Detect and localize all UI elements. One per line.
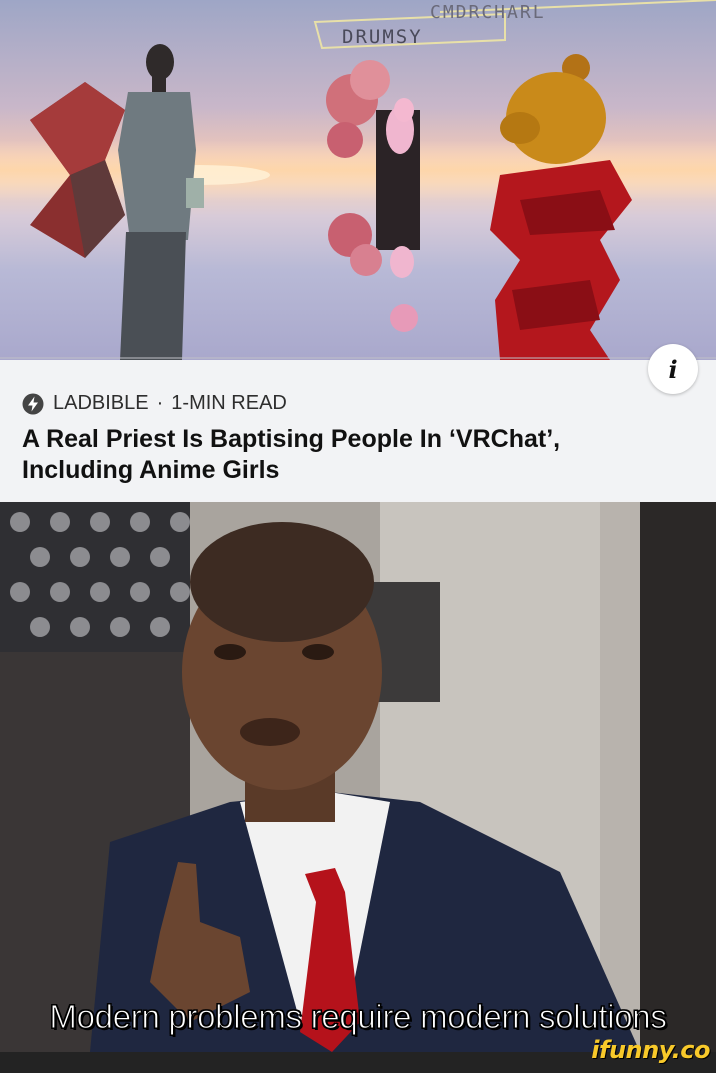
meme-photo-illustration — [0, 502, 716, 1052]
vr-name-tag-cmdr: CMDRCHARL — [430, 2, 546, 23]
info-button[interactable]: i — [648, 344, 698, 394]
vr-scene-illustration — [0, 0, 716, 360]
vr-screenshot-image: DRUMSY CMDRCHARL — [0, 0, 716, 360]
article-headline[interactable]: A Real Priest Is Baptising People In ‘VR… — [22, 424, 642, 486]
article-source-row: LADBIBLE · 1-MIN READ — [22, 392, 287, 415]
lightning-bolt-icon — [22, 393, 44, 414]
article-source: LADBIBLE — [53, 392, 149, 414]
vr-name-tag-drumsy: DRUMSY — [342, 26, 423, 48]
article-read-time: 1-MIN READ — [171, 392, 287, 414]
ifunny-watermark: ifunny.co — [591, 1036, 710, 1064]
article-link-card[interactable]: i LADBIBLE · 1-MIN READ A Real Priest Is… — [0, 344, 716, 502]
meme-image: Modern problems require modern solutions — [0, 502, 716, 1052]
info-icon: i — [668, 354, 678, 384]
meta-separator: · — [156, 392, 164, 414]
meme-caption: Modern problems require modern solutions — [49, 998, 667, 1036]
